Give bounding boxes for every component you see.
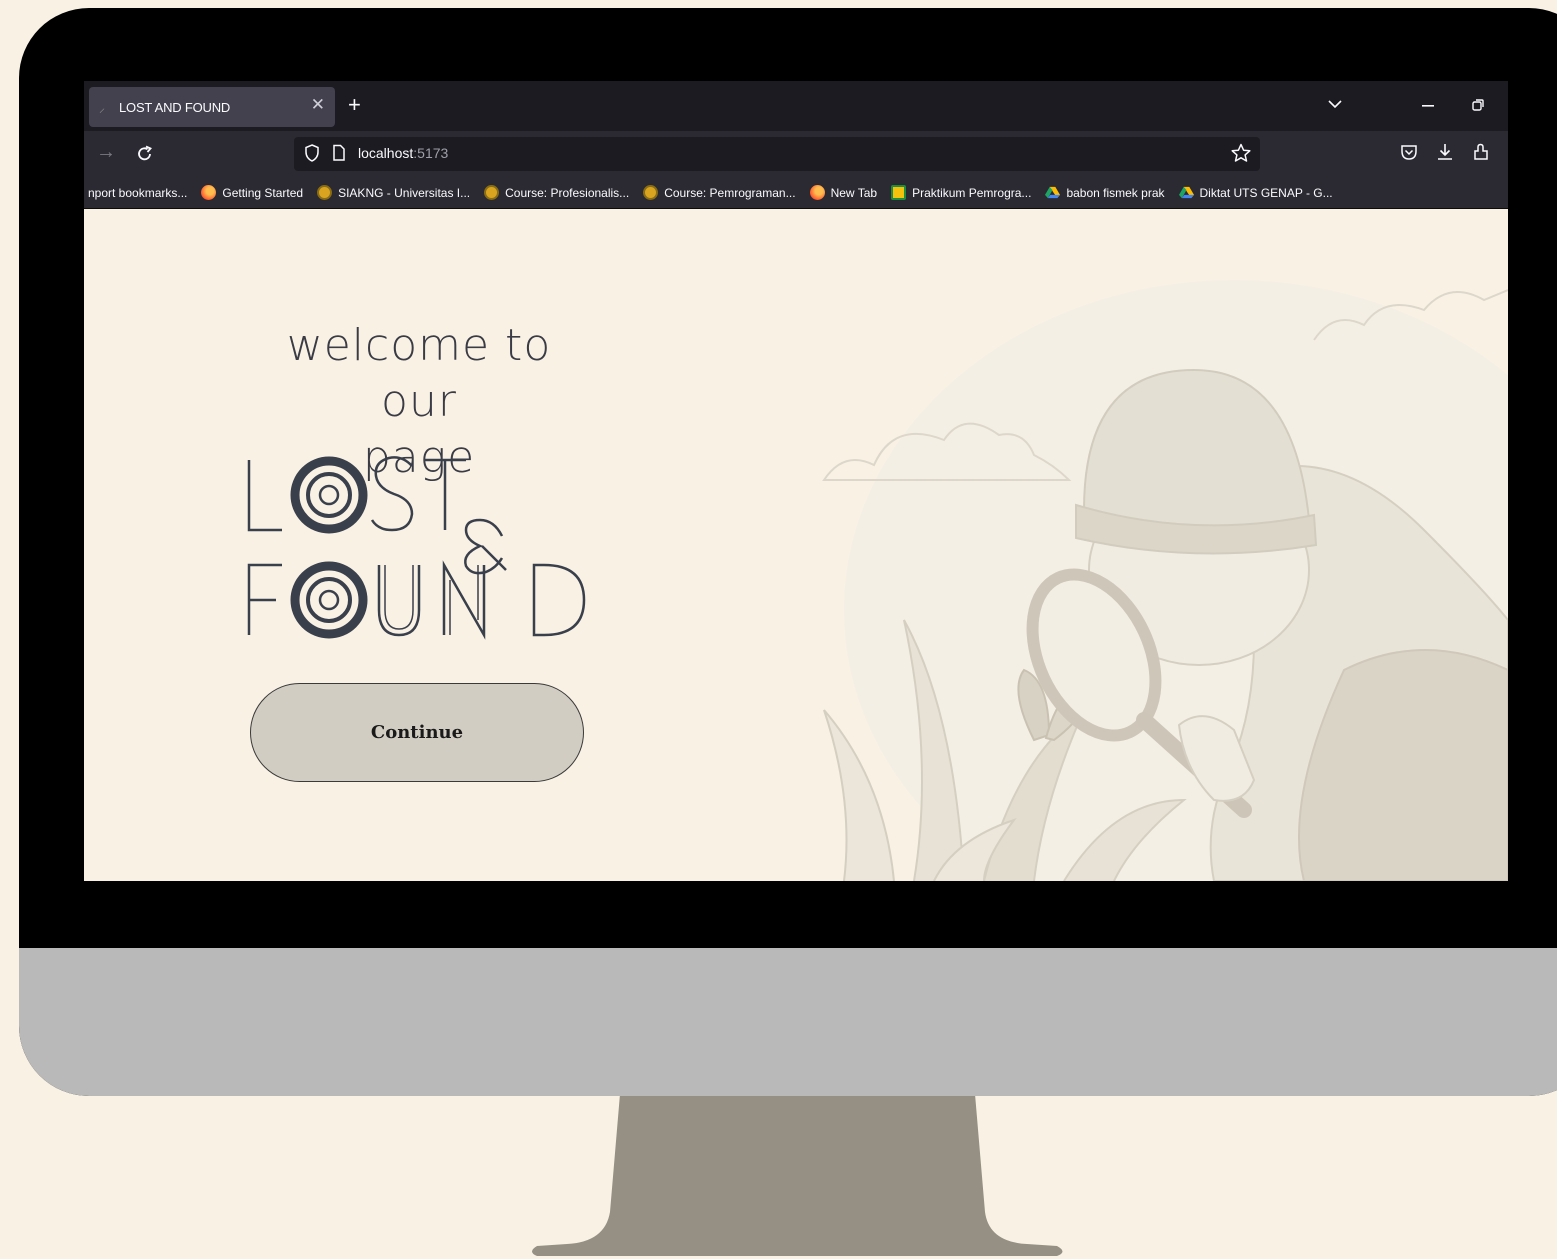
tab-bar: ⸝ LOST AND FOUND ✕ + — [84, 81, 1508, 131]
monitor-stand — [532, 1094, 1063, 1256]
drive-icon — [1045, 186, 1061, 199]
close-tab-icon[interactable]: ✕ — [311, 95, 325, 115]
restore-icon[interactable] — [1472, 99, 1484, 111]
bookmark-label: Praktikum Pemrogra... — [912, 185, 1032, 200]
desktop-mockup: ⸝ LOST AND FOUND ✕ + → localhost:5173 np… — [0, 0, 1557, 1259]
tab-list-chevron-icon[interactable] — [1328, 99, 1342, 109]
bookmark-star-icon[interactable] — [1230, 142, 1252, 164]
drive-icon — [1178, 186, 1194, 199]
browser-window: ⸝ LOST AND FOUND ✕ + → localhost:5173 np… — [84, 81, 1508, 881]
minimize-icon[interactable] — [1422, 105, 1434, 107]
bookmark-label: New Tab — [830, 185, 878, 200]
university-icon — [484, 185, 500, 200]
bookmark-item[interactable]: SIAKNG - Universitas I... — [317, 185, 470, 200]
bookmark-label: SIAKNG - Universitas I... — [338, 185, 471, 200]
tracking-shield-icon[interactable] — [304, 143, 320, 163]
bookmark-item[interactable]: babon fismek prak — [1045, 185, 1165, 200]
bookmark-label: Course: Pemrograman... — [664, 185, 796, 200]
navigation-bar: → localhost:5173 — [84, 131, 1508, 177]
continue-button[interactable]: Continue — [250, 683, 584, 782]
monitor-chin — [19, 948, 1557, 1096]
lost-and-found-logo — [247, 456, 586, 640]
tab-title: LOST AND FOUND — [119, 99, 231, 115]
firefox-icon — [201, 185, 217, 200]
web-page: welcome to our page Continue — [84, 210, 1508, 881]
bookmark-label: Diktat UTS GENAP - G... — [1199, 185, 1333, 200]
bookmark-label: nport bookmarks... — [88, 185, 188, 200]
bookmark-label: Course: Profesionalis... — [505, 185, 630, 200]
university-icon — [317, 185, 333, 200]
page-info-icon[interactable] — [332, 144, 346, 162]
url-text[interactable]: localhost:5173 — [358, 145, 448, 161]
welcome-line-1: welcome to our — [286, 320, 552, 427]
bookmarks-toolbar: nport bookmarks... Getting Started SIAKN… — [84, 177, 1508, 209]
university-icon — [643, 185, 659, 200]
continue-button-label: Continue — [370, 722, 464, 743]
bookmark-item[interactable]: Diktat UTS GENAP - G... — [1178, 185, 1333, 200]
bookmark-item[interactable]: Praktikum Pemrogra... — [891, 185, 1031, 200]
bookmark-label: babon fismek prak — [1066, 185, 1165, 200]
boy-with-magnifier-illustration — [822, 280, 1508, 881]
firefox-icon — [809, 185, 825, 200]
reload-icon[interactable] — [136, 145, 154, 163]
bookmark-item[interactable]: Course: Profesionalis... — [484, 185, 629, 200]
pocket-icon[interactable] — [1400, 143, 1418, 161]
monitor: ⸝ LOST AND FOUND ✕ + → localhost:5173 np… — [19, 8, 1557, 1096]
forward-arrow-icon[interactable]: → — [96, 141, 116, 164]
bookmark-item[interactable]: Getting Started — [201, 185, 303, 200]
tab-lost-and-found[interactable]: ⸝ LOST AND FOUND ✕ — [89, 87, 335, 127]
url-bar[interactable]: localhost:5173 — [294, 137, 1260, 171]
downloads-icon[interactable] — [1436, 143, 1454, 161]
classroom-icon — [891, 185, 907, 200]
extensions-icon[interactable] — [1472, 143, 1490, 161]
bookmark-item[interactable]: nport bookmarks... — [88, 186, 187, 200]
new-tab-icon[interactable]: + — [348, 91, 361, 119]
bookmark-item[interactable]: New Tab — [809, 185, 878, 200]
tab-favicon-icon: ⸝ — [99, 101, 106, 115]
bookmark-label: Getting Started — [222, 185, 304, 200]
bookmark-item[interactable]: Course: Pemrograman... — [643, 185, 796, 200]
